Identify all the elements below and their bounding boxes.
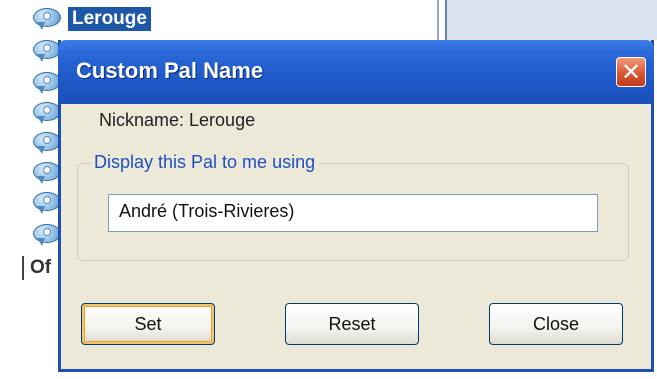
display-name-input[interactable]: André (Trois-Rivieres): [108, 194, 598, 232]
display-name-group: Display this Pal to me using André (Troi…: [77, 152, 629, 261]
close-icon[interactable]: ✕: [616, 57, 646, 87]
background-side-panel: [445, 0, 657, 40]
section-header-partial: Of: [22, 256, 51, 280]
custom-pal-name-dialog: Custom Pal Name ✕ Nickname: Lerouge Disp…: [58, 40, 654, 372]
close-button[interactable]: Close: [489, 303, 623, 345]
selected-contact-name[interactable]: Lerouge: [68, 7, 151, 31]
set-button[interactable]: Set: [81, 303, 215, 345]
divider: [437, 0, 439, 40]
reset-button[interactable]: Reset: [285, 303, 419, 345]
dialog-titlebar[interactable]: Custom Pal Name ✕: [58, 40, 654, 104]
buddy-bubble-icon: [32, 8, 62, 30]
nickname-label: Nickname: Lerouge: [99, 110, 256, 130]
dialog-title: Custom Pal Name: [76, 58, 264, 83]
list-item[interactable]: Lerouge: [32, 6, 151, 32]
group-label: Display this Pal to me using: [90, 152, 320, 173]
